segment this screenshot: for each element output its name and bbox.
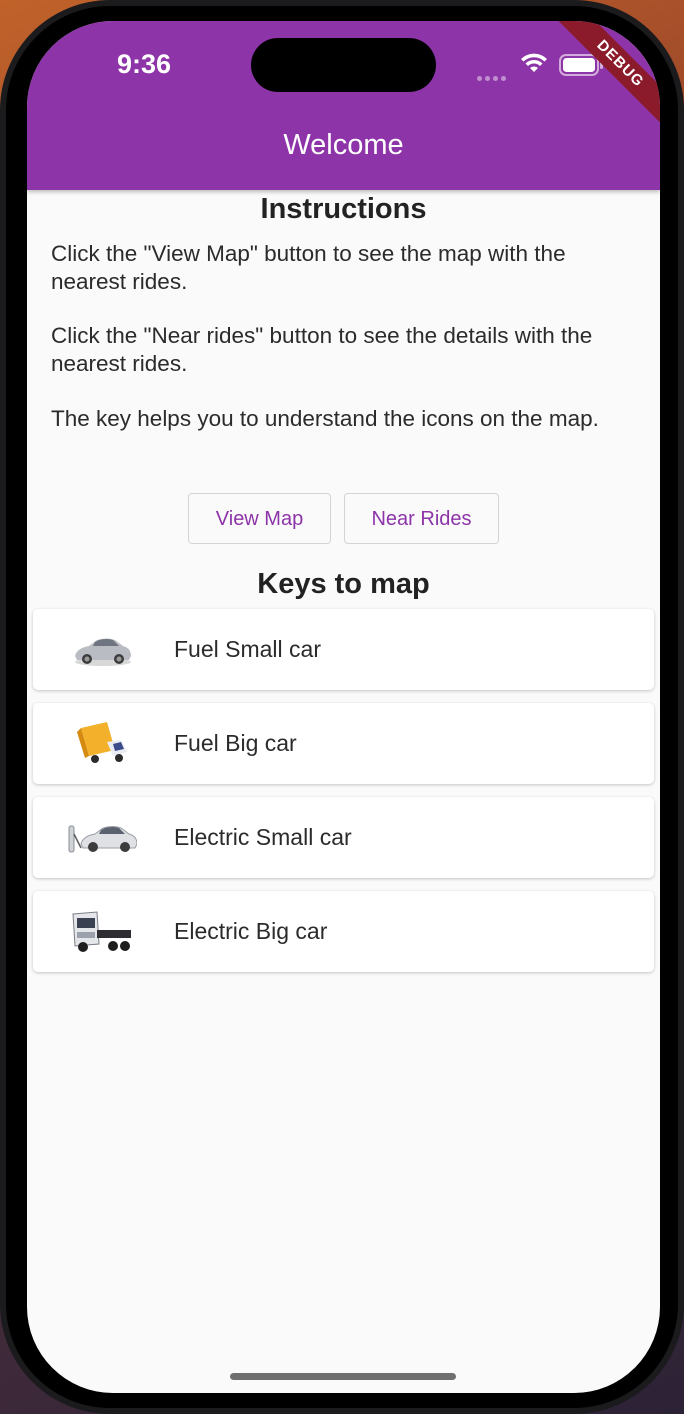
silver-sedan-icon xyxy=(75,638,131,666)
key-label: Electric Big car xyxy=(174,918,328,944)
key-item-electric-big-car: Electric Big car xyxy=(33,891,654,972)
view-map-button[interactable]: View Map xyxy=(188,493,331,544)
instruction-paragraph: The key helps you to understand the icon… xyxy=(51,406,599,431)
home-indicator[interactable] xyxy=(230,1373,456,1380)
wifi-icon xyxy=(521,53,547,72)
instruction-paragraph: Click the "View Map" button to see the m… xyxy=(51,241,566,294)
truck-cab-icon xyxy=(72,911,131,952)
key-item-fuel-small-car: Fuel Small car xyxy=(33,609,654,690)
instruction-paragraph: Click the "Near rides" button to see the… xyxy=(51,323,593,376)
dynamic-island xyxy=(251,38,436,92)
cellular-signal-icon xyxy=(477,68,509,86)
keys-title: Keys to map xyxy=(257,568,430,600)
app-bar: 9:36 DEBUG Welcome xyxy=(27,21,660,190)
key-item-electric-small-car: Electric Small car xyxy=(33,797,654,878)
screen: 9:36 DEBUG Welcome Instructions Click th… xyxy=(27,21,660,1393)
yellow-truck-icon xyxy=(77,722,127,763)
electric-car-icon xyxy=(68,825,137,853)
key-label: Fuel Small car xyxy=(174,636,321,662)
key-label: Fuel Big car xyxy=(174,730,297,756)
debug-banner: DEBUG xyxy=(550,21,660,134)
page-title: Welcome xyxy=(283,129,404,161)
instructions-title: Instructions xyxy=(260,193,427,225)
near-rides-button[interactable]: Near Rides xyxy=(344,493,499,544)
key-label: Electric Small car xyxy=(174,824,352,850)
key-item-fuel-big-car: Fuel Big car xyxy=(33,703,654,784)
status-time: 9:36 xyxy=(117,49,172,79)
